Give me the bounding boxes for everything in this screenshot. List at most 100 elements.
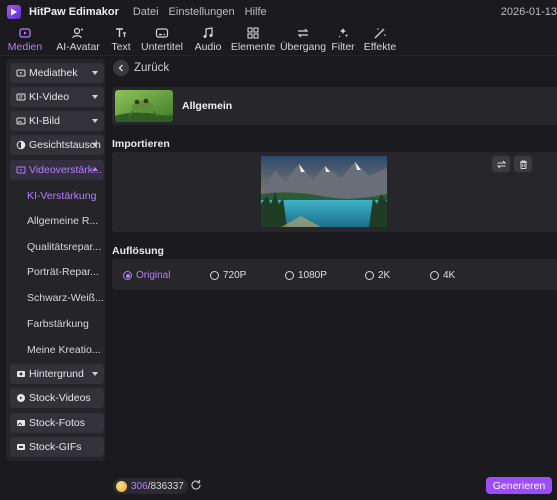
sidebar-subitem-ki-verstaerkung[interactable]: KI-Verstärkung bbox=[27, 190, 96, 202]
credits-used: 306 bbox=[131, 480, 148, 492]
sidebar-subitem-allgemeine-reparatur[interactable]: Allgemeine R... bbox=[27, 215, 98, 227]
sidebar-item-label: Stock-Fotos bbox=[29, 417, 86, 429]
sidebar-subitem-farbstaerkung[interactable]: Farbstärkung bbox=[27, 318, 89, 330]
resolution-720p-radio[interactable]: 720P bbox=[210, 270, 246, 281]
tab-elemente[interactable]: Elemente bbox=[228, 24, 278, 56]
main-toolbar: Medien AI-Avatar Text Untertitel Audio E… bbox=[0, 24, 557, 56]
tab-uebergang[interactable]: Übergang bbox=[278, 24, 328, 56]
app-logo-icon bbox=[7, 5, 21, 19]
delete-button[interactable] bbox=[514, 156, 532, 172]
sidebar-item-hintergrund[interactable]: Hintergrund bbox=[10, 364, 104, 384]
credits-total: /836337 bbox=[147, 480, 184, 492]
filter-icon bbox=[338, 28, 348, 38]
sidebar-subitem-meine-kreationen[interactable]: Meine Kreatio... bbox=[27, 344, 101, 356]
radio-dot bbox=[210, 271, 219, 280]
model-label: Allgemein bbox=[182, 100, 233, 112]
sidebar-item-label: Stock-Videos bbox=[29, 392, 91, 404]
sidebar-item-label: KI-Bild bbox=[29, 115, 60, 127]
chevron-left-icon bbox=[118, 64, 123, 72]
title-date: 2026-01-13 bbox=[500, 6, 557, 18]
chevron-down-icon bbox=[92, 95, 98, 99]
sidebar-item-label: Videoverstärk... bbox=[29, 164, 102, 176]
chevron-down-icon bbox=[92, 71, 98, 75]
tab-untertitel[interactable]: Untertitel bbox=[136, 24, 188, 56]
generate-button[interactable]: Generieren bbox=[486, 477, 552, 494]
resolution-original-radio[interactable]: Original bbox=[123, 270, 170, 281]
sidebar-item-mediathek[interactable]: Mediathek bbox=[10, 63, 104, 83]
menu-einstellungen[interactable]: Einstellungen bbox=[169, 6, 235, 18]
face-swap-icon bbox=[16, 140, 26, 150]
radio-dot bbox=[365, 271, 374, 280]
swap-icon bbox=[496, 160, 506, 168]
credits-badge: 306 /836337 bbox=[113, 478, 188, 494]
tab-medien[interactable]: Medien bbox=[0, 24, 50, 56]
sidebar-item-stock-fotos[interactable]: Stock-Fotos bbox=[10, 413, 104, 433]
stock-gif-icon bbox=[17, 444, 25, 450]
text-icon bbox=[116, 28, 126, 37]
resolution-2k-radio[interactable]: 2K bbox=[365, 270, 390, 281]
sidebar-item-stock-gifs[interactable]: Stock-GIFs bbox=[10, 437, 104, 457]
sidebar-item-label: Mediathek bbox=[29, 67, 78, 79]
audio-icon bbox=[203, 27, 213, 38]
stock-photo-icon bbox=[17, 420, 25, 426]
chevron-down-icon bbox=[92, 143, 98, 147]
sidebar-item-stock-videos[interactable]: Stock-Videos bbox=[10, 388, 104, 408]
library-icon bbox=[16, 69, 26, 77]
app-title: HitPaw Edimakor bbox=[29, 6, 119, 18]
avatar-icon bbox=[72, 27, 84, 39]
sidebar-item-label: Hintergrund bbox=[29, 368, 84, 380]
resolution-4k-radio[interactable]: 4K bbox=[430, 270, 455, 281]
sidebar-item-ki-video[interactable]: KI-Video bbox=[10, 87, 104, 107]
import-area[interactable] bbox=[112, 152, 557, 232]
ai-video-icon bbox=[16, 93, 26, 101]
trash-icon bbox=[519, 160, 527, 169]
resolution-title: Auflösung bbox=[112, 245, 164, 257]
resolution-options: Original 720P 1080P 2K 4K bbox=[112, 259, 557, 290]
radio-dot bbox=[123, 271, 132, 280]
sidebar-item-label: Stock-GIFs bbox=[29, 441, 82, 453]
back-button[interactable] bbox=[113, 60, 129, 76]
main-panel: Zurück Allgemein Importieren Auflösung O… bbox=[108, 56, 557, 500]
tab-effekte[interactable]: Effekte bbox=[358, 24, 402, 56]
resolution-1080p-radio[interactable]: 1080P bbox=[285, 270, 327, 281]
ai-image-icon bbox=[16, 117, 26, 125]
transition-icon bbox=[297, 28, 309, 38]
menu-datei[interactable]: Datei bbox=[133, 6, 159, 18]
stock-video-icon bbox=[17, 394, 25, 402]
sidebar-subitem-qualitaetsreparatur[interactable]: Qualitätsrepar... bbox=[27, 241, 101, 253]
sidebar-item-label: KI-Video bbox=[29, 91, 70, 103]
chevron-down-icon bbox=[92, 372, 98, 376]
media-icon bbox=[19, 28, 31, 38]
tab-ai-avatar[interactable]: AI-Avatar bbox=[50, 24, 106, 56]
bottom-bar: 306 /836337 Generieren bbox=[108, 472, 557, 500]
coin-icon bbox=[116, 480, 127, 492]
radio-dot bbox=[430, 271, 439, 280]
replace-button[interactable] bbox=[492, 156, 510, 172]
sidebar-item-ki-bild[interactable]: KI-Bild bbox=[10, 111, 104, 131]
elements-icon bbox=[247, 27, 259, 39]
menu-hilfe[interactable]: Hilfe bbox=[245, 6, 267, 18]
model-card-allgemein[interactable]: Allgemein bbox=[112, 87, 557, 125]
tab-filter[interactable]: Filter bbox=[328, 24, 358, 56]
video-enhance-icon bbox=[16, 166, 26, 174]
chevron-up-icon bbox=[92, 167, 98, 171]
title-bar: HitPaw Edimakor Datei Einstellungen Hilf… bbox=[0, 0, 557, 24]
sidebar: Mediathek KI-Video KI-Bild Gesichtstausc… bbox=[6, 59, 105, 461]
subtitle-icon bbox=[155, 28, 169, 38]
effects-icon bbox=[374, 28, 386, 39]
tab-text[interactable]: Text bbox=[106, 24, 136, 56]
chevron-down-icon bbox=[92, 119, 98, 123]
frog-thumbnail bbox=[115, 90, 173, 122]
sidebar-item-gesichtstausch[interactable]: Gesichtstausch bbox=[10, 135, 104, 155]
sidebar-subitem-schwarz-weiss[interactable]: Schwarz-Weiß... bbox=[27, 292, 104, 304]
sidebar-subitem-portraet-reparatur[interactable]: Porträt-Repar... bbox=[27, 266, 99, 278]
sidebar-item-videoverstaerkung[interactable]: Videoverstärk... bbox=[10, 160, 104, 180]
back-label[interactable]: Zurück bbox=[134, 62, 169, 74]
radio-dot bbox=[285, 271, 294, 280]
tab-audio[interactable]: Audio bbox=[188, 24, 228, 56]
sidebar-item-label: Gesichtstausch bbox=[29, 139, 101, 151]
imported-landscape-image bbox=[261, 156, 387, 227]
import-title: Importieren bbox=[112, 138, 170, 150]
refresh-icon[interactable] bbox=[190, 479, 202, 491]
background-icon bbox=[17, 371, 25, 377]
